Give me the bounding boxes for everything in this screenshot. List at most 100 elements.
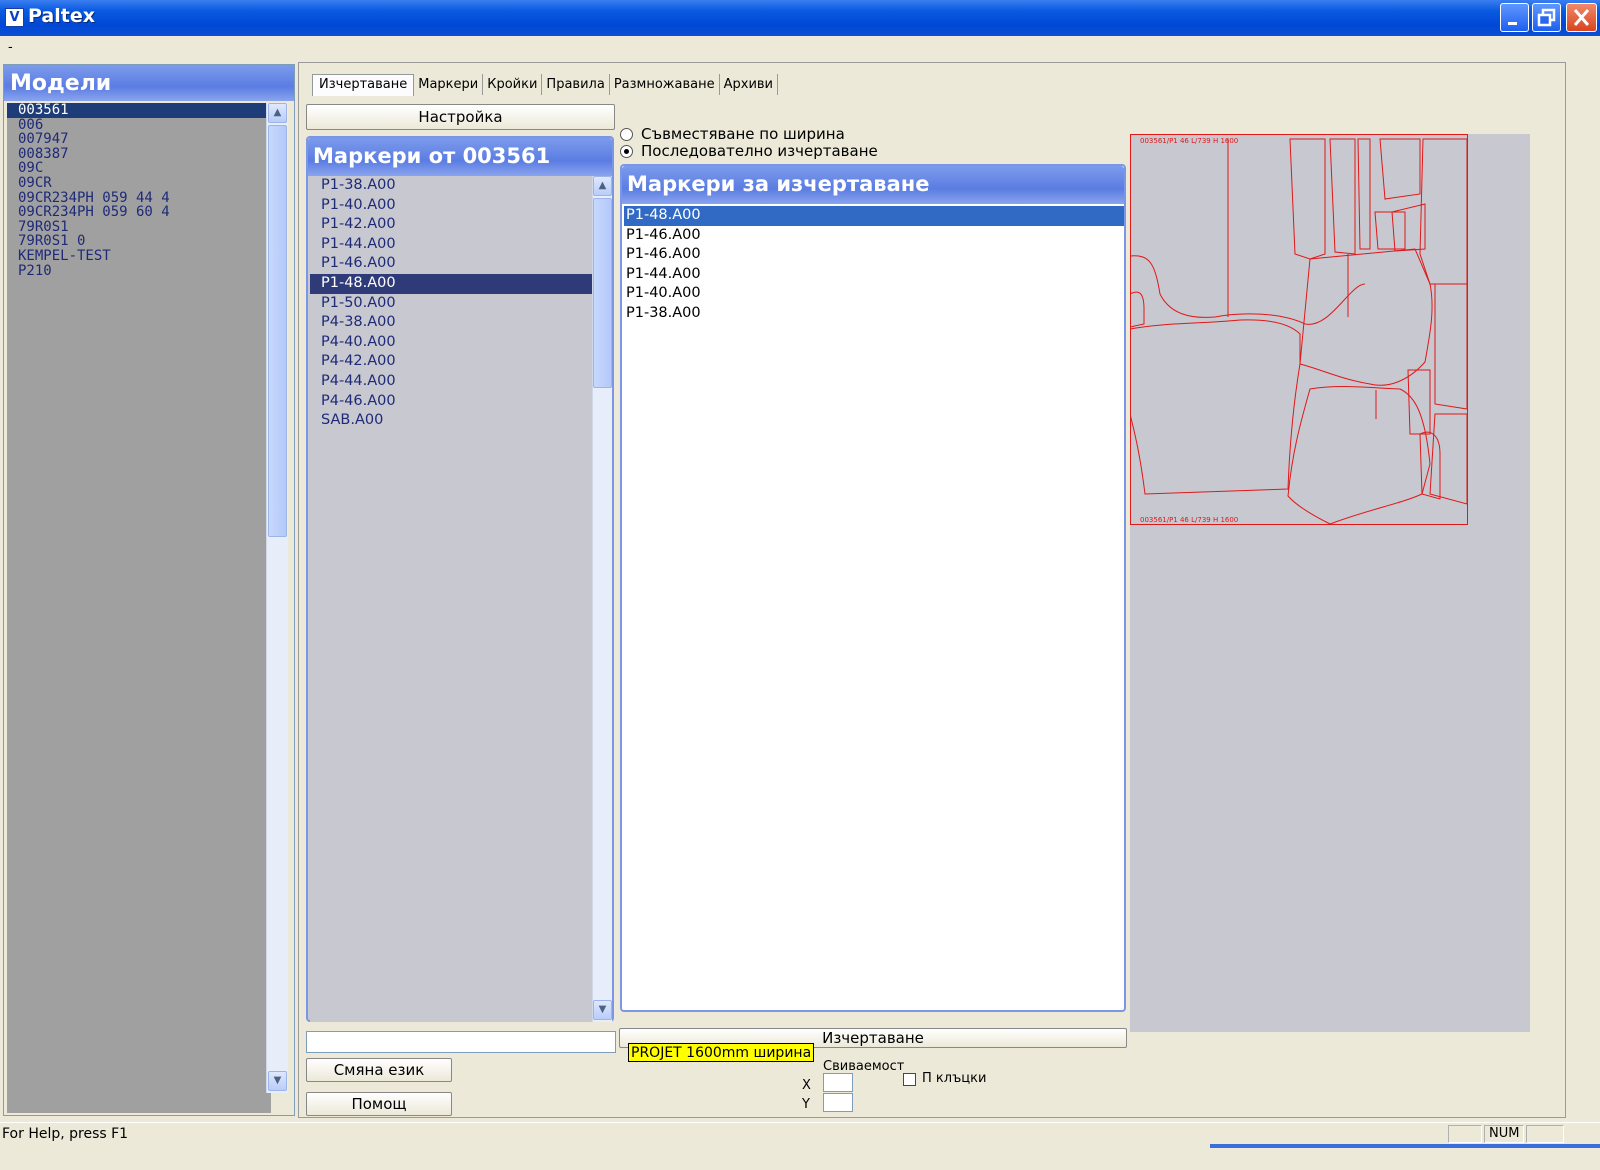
model-list-item[interactable]: 006 xyxy=(7,117,271,133)
marker-pieces xyxy=(1130,134,1468,525)
model-list-item[interactable]: 09CR234PH 059 44 4 xyxy=(7,190,271,206)
plot-markers-header: Маркери за изчертаване xyxy=(622,166,1124,204)
marker-list-item[interactable]: P1-50.A00 xyxy=(310,294,592,314)
shrinkage-y-input[interactable] xyxy=(823,1093,853,1112)
marker-list-item[interactable]: P4-38.A00 xyxy=(310,313,592,333)
status-bar: For Help, press F1 NUM xyxy=(0,1122,1600,1144)
model-list-item[interactable]: 79R0S1 0 xyxy=(7,234,271,249)
marker-list-item[interactable]: P1-38.A00 xyxy=(310,176,592,196)
markers-panel: Маркери от 003561 P1-38.A00 P1-40.A00 P1-4… xyxy=(306,136,614,1022)
marker-list-item[interactable]: P4-44.A00 xyxy=(310,372,592,392)
piece-outline xyxy=(1329,138,1356,255)
model-list-item[interactable]: 09C xyxy=(7,161,271,176)
piece-outline xyxy=(1434,283,1468,410)
markers-list[interactable]: P1-38.A00 P1-40.A00 P1-42.A00 P1-44.A00 P1-4… xyxy=(310,176,592,1022)
plot-list-item[interactable]: P1-46.A00 xyxy=(624,245,1124,265)
models-list[interactable]: 003561 006 007947 008387 09C 09CR 09CR234PH 05… xyxy=(7,103,271,1113)
marker-preview: 003561/P1 46 L/739 H 1600 003561/P1 46 L… xyxy=(1130,134,1530,1032)
notches-checkbox[interactable] xyxy=(903,1073,916,1086)
plot-list-item[interactable]: P1-40.A00 xyxy=(624,284,1124,304)
close-icon xyxy=(1573,9,1590,26)
models-header: Модели xyxy=(4,65,294,101)
filename-input[interactable] xyxy=(306,1031,616,1053)
model-list-item[interactable]: 007947 xyxy=(7,132,271,147)
piece-outline xyxy=(1289,138,1326,260)
status-cell-scrl xyxy=(1526,1125,1564,1143)
sequential-radio[interactable] xyxy=(620,145,633,158)
marker-layout-drawing: 003561/P1 46 L/739 H 1600 003561/P1 46 L… xyxy=(1130,134,1468,525)
scroll-down-button[interactable]: ▼ xyxy=(268,1071,287,1091)
scroll-down-button[interactable]: ▼ xyxy=(593,1000,612,1020)
scroll-thumb[interactable] xyxy=(268,125,287,537)
plot-list-item[interactable]: P1-44.A00 xyxy=(624,265,1124,285)
change-language-button[interactable]: Смяна език xyxy=(306,1058,452,1082)
status-help-text: For Help, press F1 xyxy=(2,1126,129,1142)
model-list-item[interactable]: 09CR234PH 059 60 4 xyxy=(7,205,271,220)
piece-outline xyxy=(1130,255,1366,325)
shrinkage-label: Свиваемост xyxy=(823,1059,905,1074)
scroll-up-button[interactable]: ▲ xyxy=(268,103,287,123)
status-num: NUM xyxy=(1484,1125,1524,1143)
chevron-down-icon: ▼ xyxy=(273,1075,282,1086)
piece-outline xyxy=(1130,291,1145,328)
marker-list-item[interactable]: P4-40.A00 xyxy=(310,333,592,353)
marker-list-item[interactable]: SAB.A00 xyxy=(310,411,592,431)
tab-1[interactable]: Маркери xyxy=(414,74,484,95)
restore-button[interactable] xyxy=(1532,3,1561,32)
title-bar[interactable]: V Paltex xyxy=(0,0,1600,36)
fit-width-option[interactable]: Съвместяване по ширина xyxy=(620,126,878,143)
fit-width-radio[interactable] xyxy=(620,128,633,141)
plot-list-item[interactable]: P1-38.A00 xyxy=(624,304,1124,324)
model-list-item[interactable]: 09CR xyxy=(7,176,271,191)
x-label: X xyxy=(802,1078,811,1093)
scroll-up-button[interactable]: ▲ xyxy=(593,176,612,196)
models-scrollbar[interactable]: ▲ ▼ xyxy=(266,103,288,1093)
status-cell-empty xyxy=(1448,1125,1482,1143)
shrinkage-x-input[interactable] xyxy=(823,1073,853,1092)
menu-stub: - xyxy=(8,40,13,55)
minimize-button[interactable] xyxy=(1500,3,1529,32)
marker-list-item[interactable]: P1-44.A00 xyxy=(310,235,592,255)
tab-2[interactable]: Кройки xyxy=(483,74,543,95)
chevron-up-icon: ▲ xyxy=(273,107,282,118)
marker-list-item[interactable]: P1-48.A00 xyxy=(310,273,592,294)
close-button[interactable] xyxy=(1566,3,1597,32)
plot-markers-panel: Маркери за изчертаване P1-48.A00 P1-46.A0… xyxy=(620,164,1126,1012)
chevron-up-icon: ▲ xyxy=(598,180,607,191)
marker-list-item[interactable]: P1-40.A00 xyxy=(310,196,592,216)
piece-outline xyxy=(1407,369,1431,435)
model-list-item[interactable]: KEMPEL-TEST xyxy=(7,249,271,264)
marker-list-item[interactable]: P4-46.A00 xyxy=(310,392,592,412)
tab-5[interactable]: Архиви xyxy=(720,74,779,95)
tab-4[interactable]: Размножаване xyxy=(610,74,720,95)
plot-markers-list[interactable]: P1-48.A00 P1-46.A00 P1-46.A00 P1-44.A00 P1-4… xyxy=(624,206,1124,324)
preview-bottom-label: 003561/P1 46 L/739 H 1600 xyxy=(1140,516,1238,524)
scroll-thumb[interactable] xyxy=(593,198,612,388)
plotter-tooltip: PROJET 1600mm ширина xyxy=(628,1043,815,1062)
piece-outline xyxy=(1374,211,1406,250)
tab-0[interactable]: Изчертаване xyxy=(312,74,415,96)
marker-list-item[interactable]: P1-46.A00 xyxy=(310,254,592,274)
minimize-icon xyxy=(1508,22,1517,25)
help-button[interactable]: Помощ xyxy=(306,1092,452,1116)
notches-label: П клъцки xyxy=(922,1071,987,1086)
fit-width-label: Съвместяване по ширина xyxy=(641,125,845,143)
model-list-item[interactable]: 79R0S1 xyxy=(7,220,271,235)
marker-list-item[interactable]: P1-42.A00 xyxy=(310,215,592,235)
markers-header: Маркери от 003561 xyxy=(308,138,612,176)
taskbar-edge xyxy=(1210,1144,1600,1148)
y-label: Y xyxy=(802,1097,810,1112)
plot-list-item[interactable]: P1-46.A00 xyxy=(624,226,1124,246)
model-list-item[interactable]: P210 xyxy=(7,263,271,279)
model-list-item[interactable]: 003561 xyxy=(7,103,271,118)
marker-border xyxy=(1130,134,1468,525)
setup-button[interactable]: Настройка xyxy=(306,104,615,130)
marker-list-item[interactable]: P4-42.A00 xyxy=(310,352,592,372)
tab-bar: Изчертаване Маркери Кройки Правила Размножав… xyxy=(312,74,779,98)
plot-list-item[interactable]: P1-48.A00 xyxy=(624,206,1124,226)
restore-icon xyxy=(1537,8,1556,27)
tab-3[interactable]: Правила xyxy=(542,74,610,95)
sequential-option[interactable]: Последователно изчертаване xyxy=(620,143,878,160)
markers-scrollbar[interactable]: ▲ ▼ xyxy=(592,176,612,1022)
model-list-item[interactable]: 008387 xyxy=(7,147,271,162)
